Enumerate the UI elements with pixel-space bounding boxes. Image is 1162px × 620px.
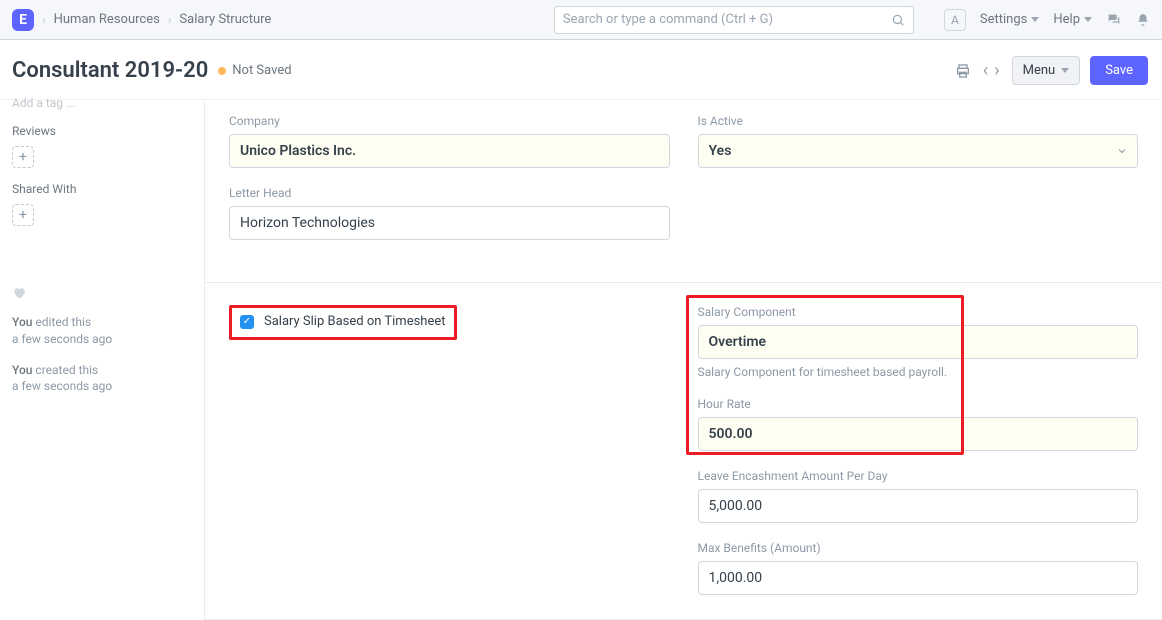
salary-component-help: Salary Component for timesheet based pay… bbox=[698, 365, 1139, 379]
prev-next-nav: ‹ › bbox=[981, 58, 1002, 83]
leave-encashment-label: Leave Encashment Amount Per Day bbox=[698, 469, 1139, 483]
timeline-who: You bbox=[12, 315, 32, 329]
company-label: Company bbox=[229, 114, 670, 128]
chevron-right-icon: › bbox=[168, 13, 172, 27]
is-active-label: Is Active bbox=[698, 114, 1139, 128]
timesheet-checkbox-label: Salary Slip Based on Timesheet bbox=[264, 314, 446, 329]
print-icon[interactable] bbox=[955, 63, 971, 79]
form-section-timesheet: ✓ Salary Slip Based on Timesheet Salary bbox=[205, 283, 1162, 620]
status-indicator-dot bbox=[218, 67, 226, 75]
settings-menu[interactable]: Settings bbox=[980, 12, 1039, 27]
save-button[interactable]: Save bbox=[1090, 56, 1148, 85]
form-section-basic: Company Letter Head Is Active bbox=[205, 100, 1162, 283]
timesheet-checkbox-row[interactable]: ✓ Salary Slip Based on Timesheet bbox=[240, 314, 446, 329]
checkbox-checked-icon[interactable]: ✓ bbox=[240, 315, 254, 329]
chat-icon[interactable] bbox=[1106, 12, 1122, 28]
keyboard-hint-badge: A bbox=[944, 9, 966, 31]
settings-label: Settings bbox=[980, 12, 1027, 27]
page-title: Consultant 2019-20 bbox=[12, 58, 208, 83]
page-actions: ‹ › Menu Save bbox=[955, 56, 1148, 85]
form-content: Company Letter Head Is Active bbox=[205, 100, 1162, 620]
sidebar: Add a tag ... Reviews + Shared With + Yo… bbox=[0, 100, 205, 620]
hour-rate-field[interactable] bbox=[698, 417, 1139, 451]
reviews-section-label: Reviews bbox=[12, 124, 192, 138]
highlight-box-left: ✓ Salary Slip Based on Timesheet bbox=[229, 305, 457, 340]
timeline-ago: a few seconds ago bbox=[12, 379, 112, 393]
caret-down-icon bbox=[1084, 17, 1092, 22]
add-share-button[interactable]: + bbox=[12, 204, 34, 226]
caret-down-icon bbox=[1061, 68, 1069, 73]
menu-button[interactable]: Menu bbox=[1012, 56, 1081, 85]
timeline-ago: a few seconds ago bbox=[12, 332, 112, 346]
help-label: Help bbox=[1053, 12, 1080, 27]
help-menu[interactable]: Help bbox=[1053, 12, 1092, 27]
is-active-select[interactable] bbox=[698, 134, 1139, 168]
menu-label: Menu bbox=[1023, 63, 1056, 78]
timeline-action: edited this bbox=[35, 315, 91, 329]
navbar: E › Human Resources › Salary Structure A… bbox=[0, 0, 1162, 40]
bell-icon[interactable] bbox=[1136, 13, 1150, 27]
heart-icon[interactable] bbox=[12, 286, 192, 300]
search-input[interactable] bbox=[563, 12, 905, 27]
timeline-action: created this bbox=[35, 363, 98, 377]
timeline-entry: You created this a few seconds ago bbox=[12, 362, 192, 396]
search-bar[interactable] bbox=[554, 6, 914, 34]
timeline-entry: You edited this a few seconds ago bbox=[12, 314, 192, 348]
company-field[interactable] bbox=[229, 134, 670, 168]
max-benefits-field[interactable] bbox=[698, 561, 1139, 595]
add-tag-hint[interactable]: Add a tag ... bbox=[12, 96, 192, 110]
add-review-button[interactable]: + bbox=[12, 146, 34, 168]
page-header: Consultant 2019-20 Not Saved ‹ › Menu Sa… bbox=[0, 40, 1162, 100]
breadcrumb-item[interactable]: Salary Structure bbox=[179, 12, 271, 27]
caret-down-icon bbox=[1031, 17, 1039, 22]
timeline-who: You bbox=[12, 363, 32, 377]
shared-with-section-label: Shared With bbox=[12, 182, 192, 196]
letterhead-label: Letter Head bbox=[229, 186, 670, 200]
leave-encashment-field[interactable] bbox=[698, 489, 1139, 523]
page-body: Add a tag ... Reviews + Shared With + Yo… bbox=[0, 100, 1162, 620]
hour-rate-label: Hour Rate bbox=[698, 397, 1139, 411]
next-button[interactable]: › bbox=[992, 58, 1001, 83]
status-text: Not Saved bbox=[232, 63, 291, 78]
nav-right: A Settings Help bbox=[944, 9, 1150, 31]
breadcrumb-item[interactable]: Human Resources bbox=[54, 12, 160, 27]
chevron-right-icon: › bbox=[42, 13, 46, 27]
max-benefits-label: Max Benefits (Amount) bbox=[698, 541, 1139, 555]
app-logo[interactable]: E bbox=[12, 9, 34, 31]
letterhead-field[interactable] bbox=[229, 206, 670, 240]
search-icon bbox=[891, 13, 905, 27]
prev-button[interactable]: ‹ bbox=[981, 58, 990, 83]
salary-component-label: Salary Component bbox=[698, 305, 1139, 319]
salary-component-field[interactable] bbox=[698, 325, 1139, 359]
